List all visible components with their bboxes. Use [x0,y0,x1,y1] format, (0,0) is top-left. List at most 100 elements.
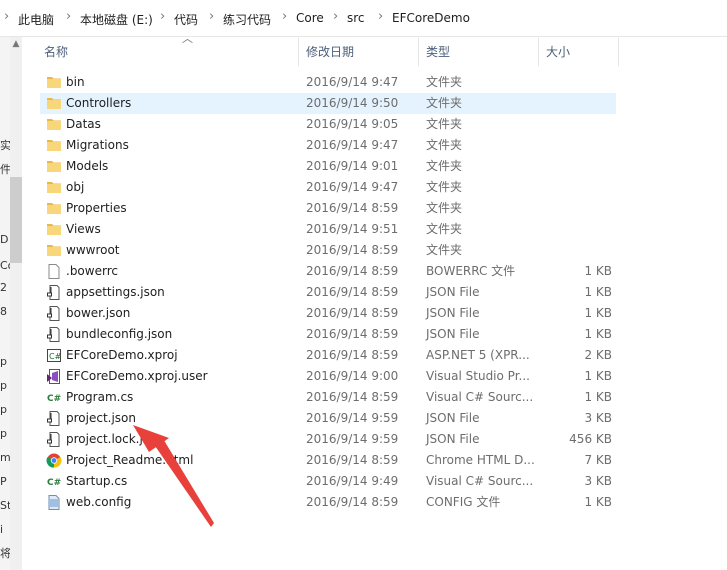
file-modified-date: 2016/9/14 8:59 [306,390,399,404]
file-size: 1 KB [584,390,612,404]
breadcrumb-item[interactable]: 代码 [174,11,198,28]
folder-icon [46,180,62,195]
file-row[interactable]: EFCoreDemo.xproj.user 2016/9/14 9:00 Visua… [40,366,616,387]
scroll-up-icon[interactable]: ▲ [10,39,22,49]
file-size: 1 KB [584,495,612,509]
file-modified-date: 2016/9/14 8:59 [306,306,399,320]
file-row[interactable]: Migrations 2016/9/14 9:47 文件夹 [40,135,616,156]
scrollbar-thumb[interactable] [10,177,22,263]
breadcrumb-item[interactable]: 本地磁盘 (E:) [80,11,153,28]
file-size: 456 KB [569,432,612,446]
file-row[interactable]: Models 2016/9/14 9:01 文件夹 [40,156,616,177]
file-row[interactable]: project.json 2016/9/14 9:59 JSON File 3 KB [40,408,616,429]
column-divider[interactable] [418,38,419,66]
folder-icon [46,222,62,237]
file-type: JSON File [426,432,480,446]
file-modified-date: 2016/9/14 9:01 [306,159,399,173]
breadcrumb-chevron-icon[interactable]: › [160,9,165,24]
nav-item-label: p [0,403,7,416]
breadcrumb-item[interactable]: src [347,11,365,25]
file-row[interactable]: C# EFCoreDemo.xproj 2016/9/14 8:59 ASP.NET … [40,345,616,366]
breadcrumb-chevron-icon[interactable]: › [333,9,338,24]
file-name: wwwroot [66,243,120,257]
file-row[interactable]: bin 2016/9/14 9:47 文件夹 [40,72,616,93]
file-row[interactable]: bower.json 2016/9/14 8:59 JSON File 1 KB [40,303,616,324]
folder-icon [46,201,62,216]
navigation-scrollbar[interactable]: ▲ [10,37,22,570]
visual-studio-icon [46,369,62,384]
file-type: 文件夹 [426,201,463,215]
folder-icon [46,243,62,258]
file-row[interactable]: web.config 2016/9/14 8:59 CONFIG 文件 1 KB [40,492,616,513]
column-divider[interactable] [538,38,539,66]
json-file-icon [46,411,62,426]
column-size[interactable]: 大小 [546,38,570,66]
breadcrumb-item[interactable]: 练习代码 [223,11,271,28]
breadcrumb-chevron-icon[interactable]: › [66,9,71,24]
breadcrumb-item[interactable]: EFCoreDemo [392,11,470,25]
file-name: Views [66,222,101,236]
breadcrumb-item[interactable]: Core [296,11,324,25]
file-modified-date: 2016/9/14 9:49 [306,474,399,488]
file-name: project.json [66,411,136,425]
file-modified-date: 2016/9/14 8:59 [306,495,399,509]
file-type: JSON File [426,411,480,425]
file-row[interactable]: Views 2016/9/14 9:51 文件夹 [40,219,616,240]
file-size: 3 KB [584,474,612,488]
file-type: Visual Studio Pr... [426,369,530,383]
file-modified-date: 2016/9/14 9:50 [306,96,399,110]
file-modified-date: 2016/9/14 9:00 [306,369,399,383]
file-row[interactable]: Project_Readme.html 2016/9/14 8:59 Chrome … [40,450,616,471]
file-name: bundleconfig.json [66,327,173,341]
nav-item-label: 将 [0,547,10,560]
file-type: Visual C# Sourc... [426,474,534,488]
breadcrumb-chevron-icon[interactable]: › [378,9,383,24]
file-modified-date: 2016/9/14 8:59 [306,453,399,467]
navigation-pane[interactable]: 实件DCo28ppppmPSti将 [0,37,10,570]
nav-item-label: 8 [0,305,7,318]
file-row[interactable]: bundleconfig.json 2016/9/14 8:59 JSON File… [40,324,616,345]
breadcrumb-chevron-icon[interactable]: › [282,9,287,24]
file-type: BOWERRC 文件 [426,264,516,278]
file-modified-date: 2016/9/14 8:59 [306,348,399,362]
column-name[interactable]: 名称 [44,38,68,66]
nav-item-label: 件 [0,163,10,176]
json-file-icon [46,327,62,342]
file-row[interactable]: project.lock.json 2016/9/14 9:59 JSON File… [40,429,616,450]
column-type[interactable]: 类型 [426,38,450,66]
file-row[interactable]: Datas 2016/9/14 9:05 文件夹 [40,114,616,135]
column-header: ︿ 名称 修改日期 类型 大小 [22,32,727,66]
column-divider[interactable] [298,38,299,66]
json-file-icon [46,285,62,300]
nav-item-label: p [0,355,7,368]
folder-icon [46,96,62,111]
file-size: 1 KB [584,306,612,320]
file-name: obj [66,180,85,194]
file-row[interactable]: Controllers 2016/9/14 9:50 文件夹 [40,93,616,114]
file-row[interactable]: appsettings.json 2016/9/14 8:59 JSON File 1… [40,282,616,303]
breadcrumb-chevron-icon[interactable]: › [4,9,9,24]
breadcrumb-item[interactable]: 此电脑 [18,11,54,28]
chrome-icon [46,453,62,468]
file-size: 7 KB [584,453,612,467]
file-row[interactable]: Properties 2016/9/14 8:59 文件夹 [40,198,616,219]
file-modified-date: 2016/9/14 8:59 [306,264,399,278]
file-type: Chrome HTML D... [426,453,535,467]
breadcrumb: › 此电脑 › 本地磁盘 (E:) › 代码 › 练习代码 › Core › src › EFCoreDe… [0,0,727,37]
file-type: 文件夹 [426,96,463,110]
nav-item-label: m [0,451,10,464]
column-divider[interactable] [618,38,619,66]
nav-item-label: p [0,379,7,392]
file-row[interactable]: C# Startup.cs 2016/9/14 9:49 Visual C# Sour… [40,471,616,492]
file-row[interactable]: C# Program.cs 2016/9/14 8:59 Visual C# Sour… [40,387,616,408]
file-row[interactable]: .bowerrc 2016/9/14 8:59 BOWERRC 文件 1 KB [40,261,616,282]
file-row[interactable]: obj 2016/9/14 9:47 文件夹 [40,177,616,198]
breadcrumb-chevron-icon[interactable]: › [209,9,214,24]
column-date[interactable]: 修改日期 [306,38,354,66]
file-type: JSON File [426,306,480,320]
file-type: ASP.NET 5 (XPR... [426,348,530,362]
file-modified-date: 2016/9/14 9:47 [306,138,399,152]
file-type: 文件夹 [426,159,463,173]
nav-item-label: St [0,499,10,512]
file-row[interactable]: wwwroot 2016/9/14 8:59 文件夹 [40,240,616,261]
